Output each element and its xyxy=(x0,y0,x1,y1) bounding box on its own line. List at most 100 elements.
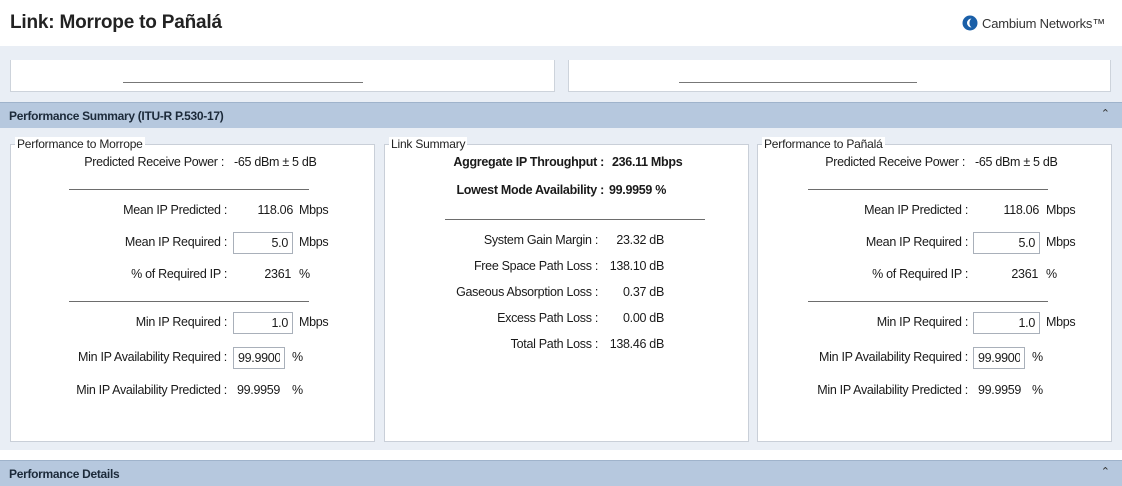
page-title: Link: Morrope to Pañalá xyxy=(10,12,222,33)
total-path-loss-row: Total Path Loss : 138.46 dB xyxy=(385,337,748,361)
total-path-loss-label: Total Path Loss : xyxy=(510,337,599,351)
predicted-receive-power-row: Predicted Receive Power : -65 dBm ± 5 dB xyxy=(758,155,1111,179)
separator xyxy=(445,219,705,220)
mean-ip-required-label: Mean IP Required : xyxy=(124,235,227,249)
upper-right-box xyxy=(568,60,1111,92)
excess-path-loss-row: Excess Path Loss : 0.00 dB xyxy=(385,311,748,335)
excess-path-loss-label: Excess Path Loss : xyxy=(497,311,598,325)
free-space-path-loss-row: Free Space Path Loss : 138.10 dB xyxy=(385,259,748,283)
double-chevron-up-icon[interactable]: ⌃︎ xyxy=(1101,107,1110,120)
mean-ip-predicted-unit: Mbps xyxy=(1046,203,1076,217)
min-ip-required-unit: Mbps xyxy=(1046,315,1076,329)
system-gain-margin-label: System Gain Margin : xyxy=(483,233,598,247)
pct-required-ip-value: 2361 xyxy=(264,267,291,281)
upper-right-field-line xyxy=(679,82,917,83)
system-gain-margin-row: System Gain Margin : 23.32 dB xyxy=(385,233,748,257)
mean-ip-required-input[interactable] xyxy=(973,232,1040,254)
min-ip-avail-predicted-row: Min IP Availability Predicted : 99.9959 … xyxy=(758,383,1111,407)
gaseous-absorption-loss-value: 0.37 dB xyxy=(623,285,664,299)
pct-required-ip-value: 2361 xyxy=(1011,267,1038,281)
upper-area xyxy=(0,46,1122,102)
free-space-path-loss-value: 138.10 dB xyxy=(609,259,665,273)
panel-title: Performance to Pañalá xyxy=(762,137,885,151)
aggregate-ip-throughput-row: Aggregate IP Throughput : 236.11 Mbps xyxy=(385,155,748,179)
mean-ip-required-input[interactable] xyxy=(233,232,293,254)
min-ip-avail-required-unit: % xyxy=(292,350,303,364)
pct-required-ip-unit: % xyxy=(299,267,310,281)
mean-ip-required-row: Mean IP Required : Mbps xyxy=(758,232,1111,259)
min-ip-avail-predicted-label: Min IP Availability Predicted : xyxy=(817,383,968,397)
separator xyxy=(808,189,1048,190)
title-bar: Link: Morrope to Pañalá Cambium Networks… xyxy=(0,0,1122,46)
min-ip-avail-required-label: Min IP Availability Required : xyxy=(819,350,968,364)
panel-title: Performance to Morrope xyxy=(15,137,145,151)
min-ip-avail-predicted-unit: % xyxy=(1032,383,1043,397)
mean-ip-predicted-row: Mean IP Predicted : 118.06 Mbps xyxy=(758,203,1111,227)
mean-ip-predicted-value: 118.06 xyxy=(1003,203,1039,217)
lowest-mode-availability-label: Lowest Mode Availability : xyxy=(456,183,604,197)
min-ip-required-label: Min IP Required : xyxy=(135,315,228,329)
min-ip-avail-predicted-label: Min IP Availability Predicted : xyxy=(76,383,227,397)
mean-ip-predicted-unit: Mbps xyxy=(299,203,329,217)
pct-required-ip-label: % of Required IP : xyxy=(131,267,227,281)
performance-summary-header[interactable]: Performance Summary (ITU-R P.530-17) ⌃︎ xyxy=(0,102,1122,128)
performance-details-title: Performance Details xyxy=(9,467,120,481)
min-ip-required-row: Min IP Required : Mbps xyxy=(758,312,1111,339)
min-ip-avail-required-input[interactable] xyxy=(973,347,1025,369)
free-space-path-loss-label: Free Space Path Loss : xyxy=(473,259,598,273)
double-chevron-up-icon[interactable]: ⌃︎ xyxy=(1101,465,1110,478)
gaseous-absorption-loss-row: Gaseous Absorption Loss : 0.37 dB xyxy=(385,285,748,309)
mean-ip-required-row: Mean IP Required : Mbps xyxy=(11,232,374,259)
min-ip-required-label: Min IP Required : xyxy=(876,315,969,329)
lowest-mode-availability-value: 99.9959 % xyxy=(609,183,667,197)
link-summary-panel: Link Summary Aggregate IP Throughput : 2… xyxy=(384,137,749,442)
min-ip-avail-predicted-value: 99.9959 xyxy=(978,383,1022,397)
aggregate-ip-throughput-label: Aggregate IP Throughput : xyxy=(453,155,604,169)
upper-left-box xyxy=(10,60,555,92)
predicted-receive-power-label: Predicted Receive Power : xyxy=(825,155,965,169)
predicted-receive-power-row: Predicted Receive Power : -65 dBm ± 5 dB xyxy=(11,155,374,179)
cambium-logo-icon xyxy=(962,15,978,31)
pct-required-ip-row: % of Required IP : 2361 % xyxy=(758,267,1111,291)
performance-details-header[interactable]: Performance Details ⌃︎ xyxy=(0,460,1122,486)
separator xyxy=(69,189,309,190)
predicted-receive-power-value: -65 dBm ± 5 dB xyxy=(234,155,317,169)
min-ip-avail-required-unit: % xyxy=(1032,350,1043,364)
min-ip-avail-required-row: Min IP Availability Required : % xyxy=(11,347,374,374)
min-ip-avail-predicted-row: Min IP Availability Predicted : 99.9959 … xyxy=(11,383,374,407)
upper-left-field-line xyxy=(123,82,363,83)
min-ip-avail-predicted-value: 99.9959 xyxy=(237,383,281,397)
min-ip-required-input[interactable] xyxy=(973,312,1040,334)
performance-summary-title: Performance Summary (ITU-R P.530-17) xyxy=(9,109,224,123)
separator xyxy=(69,301,309,302)
excess-path-loss-value: 0.00 dB xyxy=(623,311,664,325)
mean-ip-predicted-row: Mean IP Predicted : 118.06 Mbps xyxy=(11,203,374,227)
min-ip-required-input[interactable] xyxy=(233,312,293,334)
pct-required-ip-row: % of Required IP : 2361 % xyxy=(11,267,374,291)
pct-required-ip-label: % of Required IP : xyxy=(872,267,968,281)
min-ip-avail-required-row: Min IP Availability Required : % xyxy=(758,347,1111,374)
aggregate-ip-throughput-value: 236.11 Mbps xyxy=(612,155,683,169)
lowest-mode-availability-row: Lowest Mode Availability : 99.9959 % xyxy=(385,183,748,207)
predicted-receive-power-value: -65 dBm ± 5 dB xyxy=(975,155,1058,169)
panel-title: Link Summary xyxy=(389,137,468,151)
mean-ip-required-unit: Mbps xyxy=(1046,235,1076,249)
mean-ip-predicted-label: Mean IP Predicted : xyxy=(864,203,968,217)
min-ip-required-unit: Mbps xyxy=(299,315,329,329)
min-ip-avail-predicted-unit: % xyxy=(292,383,303,397)
brand: Cambium Networks™ xyxy=(962,15,1105,31)
min-ip-avail-required-input[interactable] xyxy=(233,347,285,369)
gaseous-absorption-loss-label: Gaseous Absorption Loss : xyxy=(456,285,598,299)
performance-to-morrope-panel: Performance to Morrope Predicted Receive… xyxy=(10,137,375,442)
predicted-receive-power-label: Predicted Receive Power : xyxy=(84,155,224,169)
performance-summary-body: Performance to Morrope Predicted Receive… xyxy=(0,128,1122,450)
mean-ip-predicted-label: Mean IP Predicted : xyxy=(123,203,227,217)
mean-ip-required-unit: Mbps xyxy=(299,235,329,249)
min-ip-required-row: Min IP Required : Mbps xyxy=(11,312,374,339)
mean-ip-required-label: Mean IP Required : xyxy=(865,235,968,249)
mean-ip-predicted-value: 118.06 xyxy=(257,203,293,217)
total-path-loss-value: 138.46 dB xyxy=(609,337,665,351)
min-ip-avail-required-label: Min IP Availability Required : xyxy=(78,350,227,364)
brand-name: Cambium Networks™ xyxy=(982,15,1106,31)
pct-required-ip-unit: % xyxy=(1046,267,1057,281)
